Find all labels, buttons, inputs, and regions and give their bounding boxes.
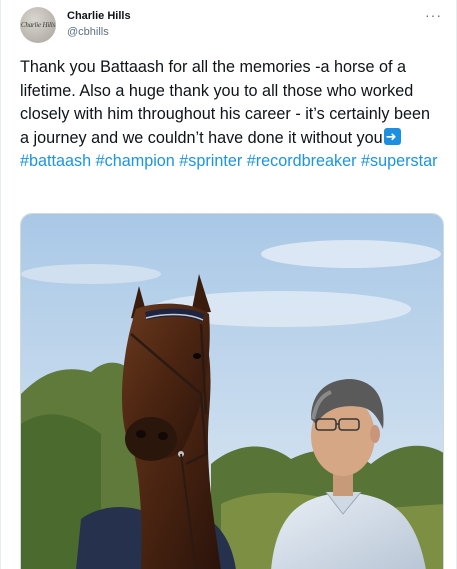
avatar[interactable]: Charlie Hills [20,7,56,43]
tweet-body: Thank you Battaash for all the memories … [20,58,430,147]
author-name[interactable]: Charlie Hills [67,10,131,22]
tweet-text: Thank you Battaash for all the memories … [20,56,440,174]
tweet-card[interactable]: Charlie Hills Charlie Hills @cbhills ···… [0,0,457,569]
author-handle[interactable]: @cbhills [67,26,109,38]
right-arrow-icon [383,127,401,145]
avatar-logo-text: Charlie Hills [20,21,56,29]
more-options-icon[interactable]: ··· [425,7,442,23]
hashtag-links[interactable]: #battaash #champion #sprinter #recordbre… [20,152,438,170]
tweet-photo[interactable] [20,213,444,569]
photo-horse-and-man [21,214,443,569]
